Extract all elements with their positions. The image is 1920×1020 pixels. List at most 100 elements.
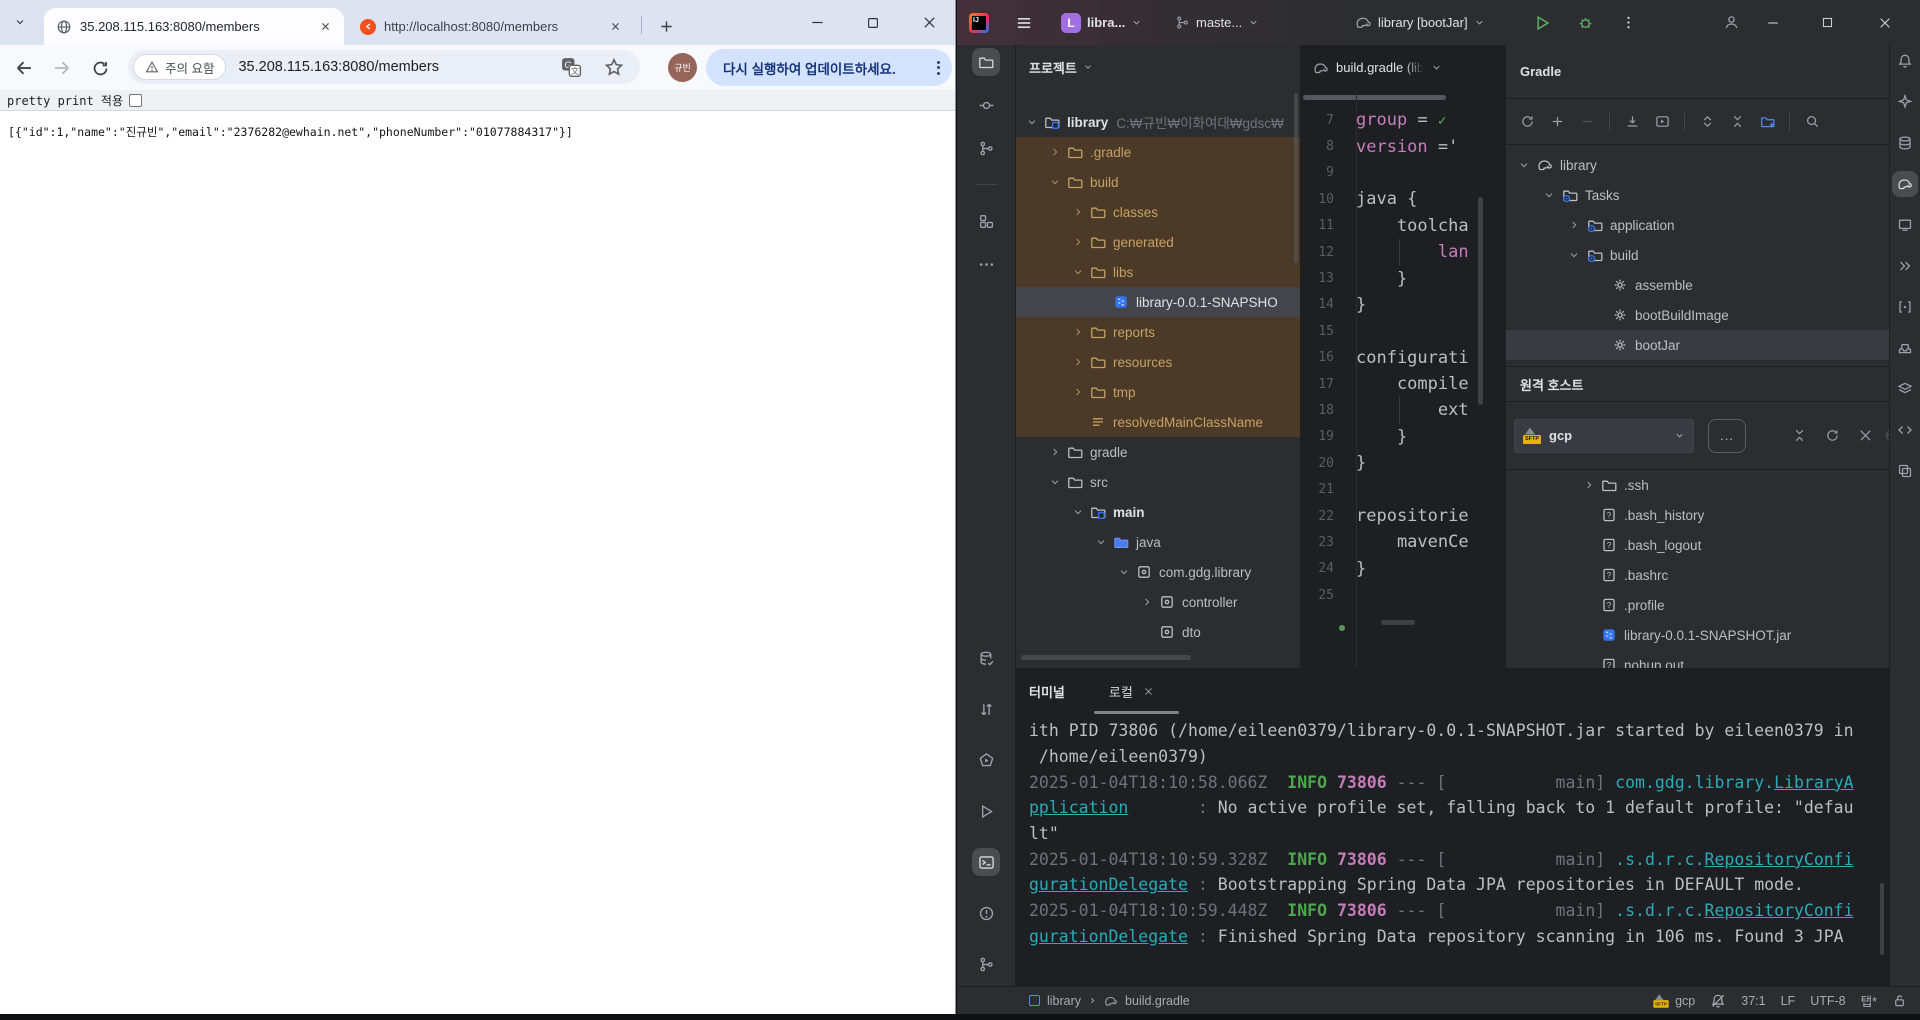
chevron-right-icon[interactable] <box>1045 146 1064 158</box>
code-line-14[interactable]: 14} <box>1301 292 1505 318</box>
download-icon[interactable] <box>1619 109 1645 135</box>
endpoints-icon[interactable] <box>1892 294 1918 320</box>
editor-tab[interactable]: build.gradle (lib <box>1301 45 1442 90</box>
remote-host-panel-header[interactable]: 원격 호스트 <box>1506 366 1889 402</box>
reload-icon[interactable] <box>86 54 114 82</box>
browser-tab-active[interactable]: 35.208.115.163:8080/members <box>44 8 344 45</box>
file-encoding[interactable]: UTF-8 <box>1810 994 1845 1008</box>
tree-item-resolvedmainclassname[interactable]: resolvedMainClassName <box>1016 407 1300 437</box>
chevron-right-icon[interactable] <box>1068 386 1087 398</box>
editor-vertical-scrollbar[interactable] <box>1478 197 1483 405</box>
tree-item-generated[interactable]: generated <box>1016 227 1300 257</box>
database-icon[interactable] <box>1892 130 1918 156</box>
project-horizontal-scrollbar[interactable] <box>1021 655 1191 660</box>
ai-assistant-icon[interactable] <box>1892 89 1918 115</box>
readonly-lock-icon[interactable] <box>1892 993 1907 1008</box>
chevron-down-icon[interactable] <box>1564 249 1584 261</box>
tree-item-assemble[interactable]: assemble <box>1506 270 1889 300</box>
editor-horizontal-scrollbar[interactable] <box>1381 620 1415 625</box>
tree-item-library[interactable]: library C:₩규빈₩이화여대₩gdsc₩ <box>1016 107 1300 137</box>
breadcrumb-module[interactable]: library <box>1047 994 1081 1008</box>
code-line-13[interactable]: 13 } <box>1301 265 1505 291</box>
project-icon[interactable] <box>972 48 1000 76</box>
code-line-9[interactable]: 9 <box>1301 160 1505 186</box>
tree-item-library-0.0.1-snapsho[interactable]: library-0.0.1-SNAPSHO <box>1016 287 1300 317</box>
profile-avatar[interactable]: 규빈 <box>668 53 697 82</box>
tree-item-bootbuildimage[interactable]: bootBuildImage <box>1506 300 1889 330</box>
tree-item-build[interactable]: build <box>1016 167 1300 197</box>
tree-item-.ssh[interactable]: .ssh <box>1506 470 1889 500</box>
remote-refresh-icon[interactable] <box>1819 423 1845 449</box>
remote-collapse-all-icon[interactable] <box>1786 423 1812 449</box>
debug-button[interactable] <box>1577 0 1594 45</box>
tree-item-classes[interactable]: classes <box>1016 197 1300 227</box>
forward-icon[interactable] <box>48 54 76 82</box>
code-line-10[interactable]: 10 java { <box>1301 186 1505 212</box>
documentation-icon[interactable] <box>1892 417 1918 443</box>
notifications-icon[interactable] <box>1892 48 1918 74</box>
titlebar-more-button[interactable] <box>1621 0 1636 45</box>
tree-item-build[interactable]: build <box>1506 240 1889 270</box>
build-icon[interactable] <box>1892 376 1918 402</box>
tree-item-gradle[interactable]: gradle <box>1016 437 1300 467</box>
code-line-15[interactable]: 15 <box>1301 318 1505 344</box>
tab-close-icon[interactable] <box>316 18 334 36</box>
tree-item-bootjar[interactable]: bootJar <box>1506 330 1889 360</box>
run-icon[interactable] <box>972 797 1000 825</box>
refresh-icon[interactable] <box>1514 109 1540 135</box>
main-menu-button[interactable] <box>1015 0 1033 45</box>
chevron-right-icon[interactable] <box>1564 219 1584 231</box>
code-line-25[interactable]: 25 <box>1301 582 1505 608</box>
code-line-24[interactable]: 24} <box>1301 556 1505 582</box>
structure-icon[interactable] <box>972 207 1000 235</box>
tab-close-icon[interactable] <box>1143 686 1154 697</box>
chevron-right-icon[interactable] <box>1137 596 1156 608</box>
folderplus-icon[interactable] <box>1754 109 1780 135</box>
terminal-icon[interactable] <box>972 848 1000 876</box>
indent-style[interactable]: 탭* <box>1861 991 1877 1010</box>
code-line-19[interactable]: 19 } <box>1301 424 1505 450</box>
chevron-down-icon[interactable] <box>1539 189 1559 201</box>
tree-item-reports[interactable]: reports <box>1016 317 1300 347</box>
plus-icon[interactable] <box>1544 109 1570 135</box>
minus-icon[interactable] <box>1574 109 1600 135</box>
more-tool-windows-icon[interactable] <box>972 250 1000 278</box>
log-link[interactable]: gurationDelegate <box>1029 875 1188 894</box>
remote-close-icon[interactable] <box>1852 423 1878 449</box>
chevron-right-icon[interactable] <box>1068 236 1087 248</box>
line-separator[interactable]: LF <box>1781 994 1796 1008</box>
code-line-21[interactable]: 21 <box>1301 476 1505 502</box>
project-vertical-scrollbar[interactable] <box>1294 93 1298 263</box>
database-changes-icon[interactable] <box>972 644 1000 672</box>
ide-maximize-button[interactable] <box>1807 0 1847 45</box>
runtask-icon[interactable] <box>1649 109 1675 135</box>
terminal-tab-local[interactable]: 로컬 <box>1109 668 1154 714</box>
back-icon[interactable] <box>10 54 38 82</box>
tree-item-library-0.0.1-snapshot.jar[interactable]: library-0.0.1-SNAPSHOT.jar <box>1506 620 1889 650</box>
remote-host-select[interactable]: SFTP gcp <box>1514 418 1694 453</box>
code-line-23[interactable]: 23 mavenCe <box>1301 529 1505 555</box>
git-icon[interactable] <box>972 950 1000 978</box>
ide-close-button[interactable] <box>1865 0 1905 45</box>
tree-item-dto[interactable]: dto <box>1016 617 1300 647</box>
dependencies-icon[interactable] <box>1892 335 1918 361</box>
chevron-down-icon[interactable] <box>1114 566 1133 578</box>
code-line-12[interactable]: 12 lan <box>1301 238 1505 266</box>
statusbar-host-widget[interactable]: SFTP gcp <box>1652 993 1695 1009</box>
ide-minimize-button[interactable] <box>1753 0 1793 45</box>
tree-item-resources[interactable]: resources <box>1016 347 1300 377</box>
tree-item-src[interactable]: src <box>1016 467 1300 497</box>
tree-item-libs[interactable]: libs <box>1016 257 1300 287</box>
code-line-22[interactable]: 22 repositorie <box>1301 503 1505 529</box>
tree-item-.gradle[interactable]: .gradle <box>1016 137 1300 167</box>
commit-icon[interactable] <box>972 91 1000 119</box>
new-tab-button[interactable] <box>652 12 680 40</box>
chevron-right-icon[interactable] <box>1068 356 1087 368</box>
tree-item-tasks[interactable]: Tasks <box>1506 180 1889 210</box>
code-line-17[interactable]: 17 compile <box>1301 371 1505 397</box>
chevron-down-icon[interactable] <box>1514 159 1534 171</box>
bookmark-star-icon[interactable] <box>604 57 624 82</box>
chevron-right-icon[interactable] <box>1068 326 1087 338</box>
code-line-20[interactable]: 20} <box>1301 450 1505 476</box>
translate-icon[interactable]: G文 <box>560 56 582 83</box>
